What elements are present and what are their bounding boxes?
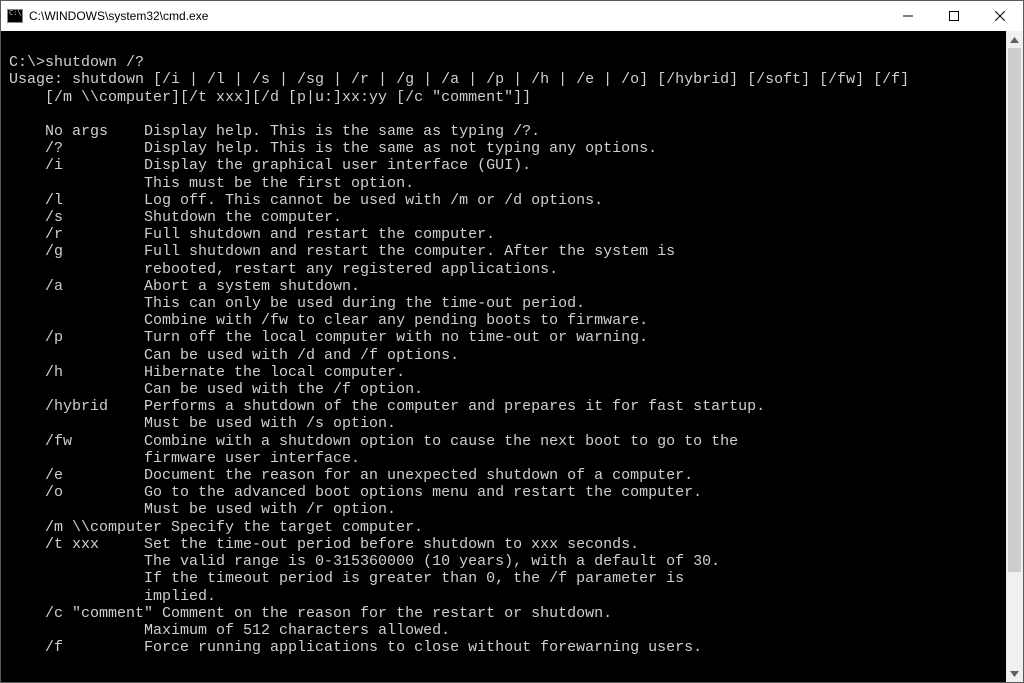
minimize-button[interactable] — [885, 1, 931, 31]
terminal-output: C:\>shutdown /? Usage: shutdown [/i | /l… — [9, 37, 998, 656]
window-controls — [885, 1, 1023, 31]
terminal[interactable]: C:\>shutdown /? Usage: shutdown [/i | /l… — [1, 31, 1006, 682]
titlebar-left: C:\WINDOWS\system32\cmd.exe — [1, 9, 208, 23]
window-title: C:\WINDOWS\system32\cmd.exe — [29, 9, 208, 23]
cmd-icon — [7, 9, 23, 23]
client-area: C:\>shutdown /? Usage: shutdown [/i | /l… — [1, 31, 1023, 682]
scroll-thumb[interactable] — [1008, 48, 1021, 572]
vertical-scrollbar[interactable] — [1006, 31, 1023, 682]
maximize-button[interactable] — [931, 1, 977, 31]
scroll-up-button[interactable] — [1006, 31, 1023, 48]
scroll-down-button[interactable] — [1006, 665, 1023, 682]
titlebar[interactable]: C:\WINDOWS\system32\cmd.exe — [1, 1, 1023, 31]
close-button[interactable] — [977, 1, 1023, 31]
cmd-window: C:\WINDOWS\system32\cmd.exe C:\>shutdown… — [0, 0, 1024, 683]
scroll-track[interactable] — [1006, 48, 1023, 665]
